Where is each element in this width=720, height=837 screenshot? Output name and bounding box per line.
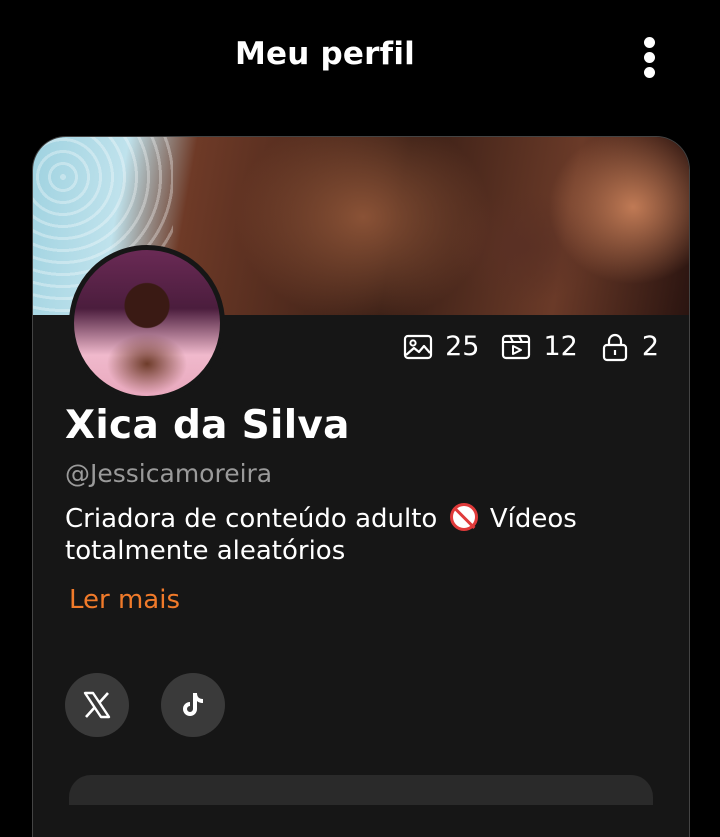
photos-count: 25: [445, 331, 480, 362]
profile-card: 25 12 2 Xica da Silva @Jessicamoreira Cr…: [32, 136, 690, 837]
tiktok-button[interactable]: [161, 673, 225, 737]
video-icon: [502, 334, 531, 359]
avatar[interactable]: [69, 245, 225, 401]
bio-text: Criadora de conteúdo adulto: [65, 504, 438, 534]
profile-name: Xica da Silva: [65, 403, 350, 448]
profile-stats: 25 12 2: [381, 331, 659, 362]
tiktok-icon: [183, 693, 203, 716]
top-bar: Meu perfil: [0, 0, 720, 110]
adult-18-icon: [449, 503, 478, 531]
image-icon: [403, 334, 433, 359]
social-links: [65, 673, 257, 737]
stat-photos[interactable]: 25: [403, 331, 479, 362]
stat-videos[interactable]: 12: [501, 331, 578, 362]
profile-handle: @Jessicamoreira: [65, 459, 273, 488]
page-title: Meu perfil: [235, 36, 415, 72]
profile-bio: Criadora de conteúdo adulto Vídeos total…: [65, 503, 665, 567]
more-vertical-icon: [644, 37, 655, 48]
stat-locked[interactable]: 2: [600, 331, 659, 362]
locked-count: 2: [641, 331, 659, 362]
x-twitter-button[interactable]: [65, 673, 129, 737]
videos-count: 12: [543, 331, 578, 362]
lock-icon: [602, 333, 627, 361]
x-twitter-icon: [83, 691, 111, 719]
read-more-link[interactable]: Ler mais: [69, 585, 180, 615]
more-options-button[interactable]: [630, 34, 670, 80]
